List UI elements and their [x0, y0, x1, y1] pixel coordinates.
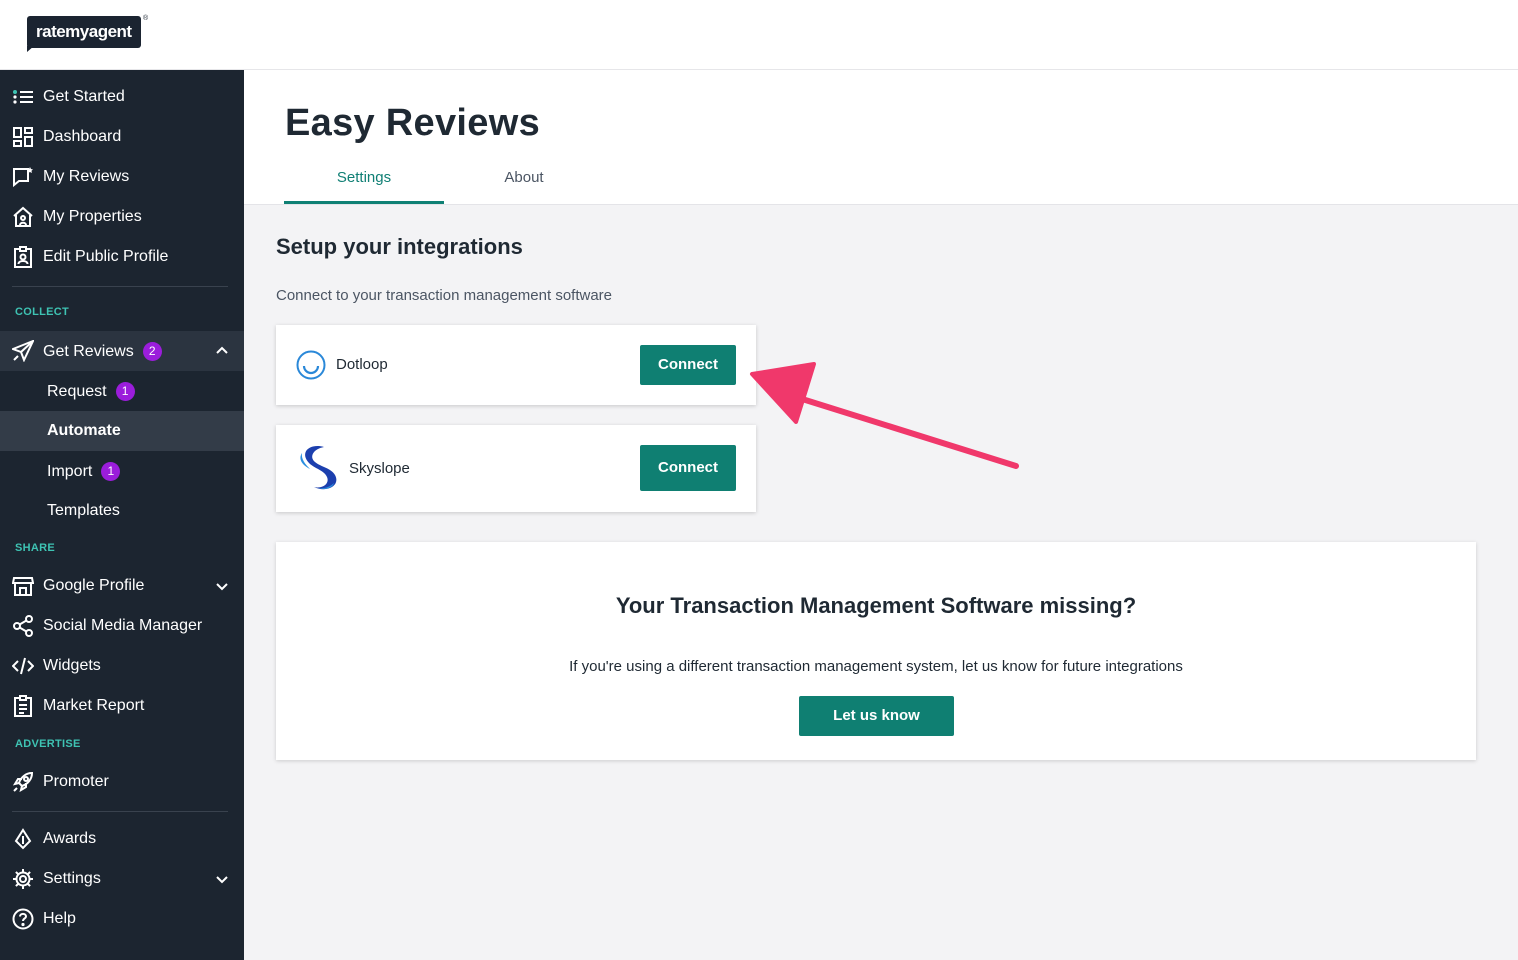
skyslope-logo-icon [300, 446, 337, 490]
import-label: Import [47, 462, 93, 480]
missing-software-title: Your Transaction Management Software mis… [615, 593, 1137, 618]
let-us-know-button[interactable]: Let us know [799, 696, 954, 736]
sidebar-item-label: Market Report [43, 697, 145, 714]
missing-software-text: If you're using a different transaction … [569, 658, 1183, 675]
sidebar-item-label: Import 1 [47, 461, 121, 481]
logo-registered-mark: ® [143, 15, 149, 22]
logo-tail [27, 46, 34, 52]
integration-card-skyslope: Skyslope Connect [276, 425, 756, 512]
report-icon [11, 694, 35, 718]
paper-plane-icon [11, 339, 35, 363]
sidebar-item-label: Edit Public Profile [43, 248, 169, 265]
sidebar: Get Started Dashboard My Reviews My Prop… [0, 70, 244, 960]
integration-name: Skyslope [349, 460, 410, 477]
dotloop-logo-icon [296, 350, 326, 380]
sidebar-item-label: Templates [47, 502, 120, 519]
sidebar-subitem-templates[interactable]: Templates [0, 491, 244, 531]
share-icon [11, 614, 35, 638]
sidebar-item-widgets[interactable]: Widgets [0, 646, 244, 686]
missing-software-card: Your Transaction Management Software mis… [276, 542, 1476, 760]
section-heading-share: SHARE [15, 542, 56, 554]
sidebar-item-awards[interactable]: Awards [0, 819, 244, 859]
request-label: Request [47, 382, 107, 400]
sidebar-item-dashboard[interactable]: Dashboard [0, 117, 244, 157]
sidebar-subitem-automate[interactable]: Automate [0, 411, 244, 451]
connect-dotloop-button[interactable]: Connect [640, 345, 736, 385]
sidebar-divider [12, 811, 228, 812]
sidebar-item-my-reviews[interactable]: My Reviews [0, 157, 244, 197]
get-reviews-count-badge: 2 [142, 341, 162, 361]
sidebar-item-label: Awards [43, 830, 97, 847]
chat-star-icon [11, 165, 35, 189]
sidebar-item-my-properties[interactable]: My Properties [0, 197, 244, 237]
sidebar-item-label: Settings [43, 870, 101, 887]
sidebar-subitem-import[interactable]: Import 1 [0, 451, 244, 491]
ratemyagent-logo[interactable]: ratemyagent [27, 16, 141, 48]
tab-about[interactable]: About [444, 169, 604, 186]
sidebar-item-label: Help [43, 910, 76, 927]
sidebar-item-get-started[interactable]: Get Started [0, 77, 244, 117]
sidebar-subitem-request[interactable]: Request 1 [0, 371, 244, 411]
dashboard-icon [11, 125, 35, 149]
sidebar-item-get-reviews[interactable]: Get Reviews 2 [0, 331, 244, 371]
chevron-down-icon[interactable] [216, 580, 228, 592]
page-header: Easy Reviews Settings About [244, 70, 1518, 205]
sidebar-item-help[interactable]: Help [0, 899, 244, 939]
sidebar-item-label: Automate [47, 422, 121, 439]
storefront-icon [11, 574, 35, 598]
page-title: Easy Reviews [285, 102, 540, 144]
sidebar-item-label: Get Started [43, 88, 125, 105]
chevron-up-icon[interactable] [216, 345, 228, 357]
sidebar-item-label: My Reviews [43, 168, 130, 185]
connect-skyslope-button[interactable]: Connect [640, 445, 736, 491]
sidebar-item-label: Request 1 [47, 381, 135, 401]
integration-card-dotloop: Dotloop Connect [276, 325, 756, 405]
list-icon [11, 85, 35, 109]
id-badge-icon [11, 245, 35, 269]
sidebar-divider [12, 286, 228, 287]
tab-settings[interactable]: Settings [284, 169, 444, 186]
sidebar-item-social-media-manager[interactable]: Social Media Manager [0, 606, 244, 646]
integration-name: Dotloop [336, 356, 388, 373]
sidebar-item-promoter[interactable]: Promoter [0, 762, 244, 802]
top-bar: ratemyagent ® [0, 0, 1518, 70]
sidebar-item-label: My Properties [43, 208, 142, 225]
sidebar-item-google-profile[interactable]: Google Profile [0, 566, 244, 606]
rocket-icon [11, 770, 35, 794]
sidebar-item-label: Get Reviews 2 [43, 341, 162, 361]
get-reviews-label: Get Reviews [43, 342, 134, 360]
annotation-arrow-icon [750, 362, 1019, 469]
sidebar-item-label: Google Profile [43, 577, 145, 594]
sidebar-item-label: Dashboard [43, 128, 122, 145]
sidebar-item-settings[interactable]: Settings [0, 859, 244, 899]
integrations-subtitle: Connect to your transaction management s… [276, 287, 613, 304]
help-icon [11, 907, 35, 931]
section-heading-collect: COLLECT [15, 306, 70, 318]
request-count-badge: 1 [115, 381, 135, 401]
import-count-badge: 1 [101, 461, 121, 481]
active-tab-indicator [284, 201, 444, 204]
sidebar-item-label: Promoter [43, 773, 109, 790]
sidebar-item-market-report[interactable]: Market Report [0, 686, 244, 726]
sidebar-item-edit-public-profile[interactable]: Edit Public Profile [0, 237, 244, 277]
gear-icon [11, 867, 35, 891]
code-icon [11, 654, 35, 678]
house-icon [11, 205, 35, 229]
integrations-title: Setup your integrations [276, 234, 523, 259]
chevron-down-icon[interactable] [216, 873, 228, 885]
sidebar-item-label: Widgets [43, 657, 101, 674]
sidebar-item-label: Social Media Manager [43, 617, 203, 634]
section-heading-advertise: ADVERTISE [15, 738, 81, 750]
award-icon [11, 827, 35, 851]
